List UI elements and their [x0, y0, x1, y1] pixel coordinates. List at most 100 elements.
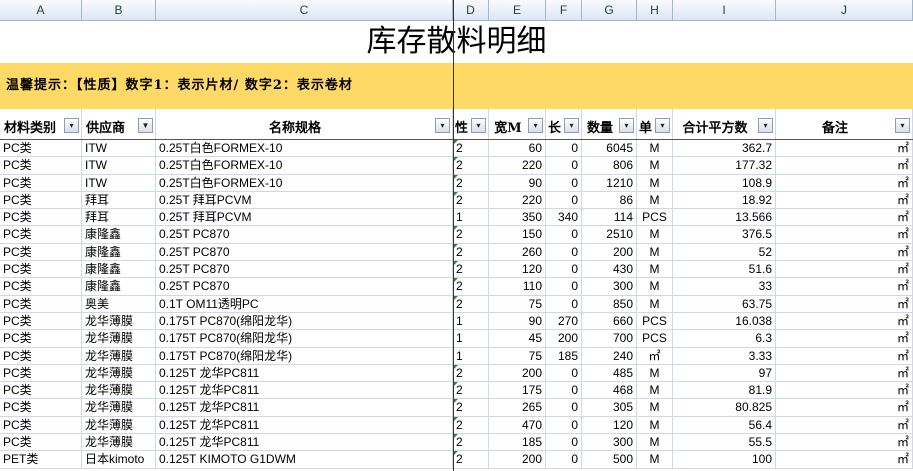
cell[interactable]: 108.9: [673, 174, 776, 192]
cell[interactable]: 90: [489, 174, 546, 192]
filter-dropdown-icon[interactable]: ▾: [564, 118, 579, 133]
cell[interactable]: PCS: [637, 312, 673, 330]
cell[interactable]: 0: [546, 226, 582, 244]
cell[interactable]: 0.1T OM11透明PC: [156, 295, 453, 313]
cell[interactable]: 康隆鑫: [82, 278, 156, 296]
cell[interactable]: 2510: [582, 226, 637, 244]
cell[interactable]: 日本kimoto: [82, 451, 156, 469]
cell[interactable]: ㎡: [776, 416, 913, 434]
column-letter-f[interactable]: F: [546, 0, 582, 20]
cell[interactable]: ㎡: [776, 399, 913, 417]
cell[interactable]: 龙华薄膜: [82, 434, 156, 452]
cell[interactable]: 0: [546, 434, 582, 452]
cell[interactable]: 0: [546, 278, 582, 296]
cell[interactable]: 康隆鑫: [82, 243, 156, 261]
filter-dropdown-icon[interactable]: ▾: [895, 118, 910, 133]
cell[interactable]: ㎡: [776, 451, 913, 469]
cell[interactable]: PC类: [0, 278, 82, 296]
filter-dropdown-icon[interactable]: ▾: [619, 118, 634, 133]
cell[interactable]: PCS: [637, 209, 673, 227]
filter-dropdown-icon[interactable]: ▾: [758, 118, 773, 133]
cell[interactable]: 806: [582, 157, 637, 175]
column-letter-e[interactable]: E: [489, 0, 546, 20]
cell[interactable]: PC类: [0, 261, 82, 279]
cell[interactable]: 龙华薄膜: [82, 347, 156, 365]
cell[interactable]: 55.5: [673, 434, 776, 452]
cell[interactable]: M: [637, 364, 673, 382]
cell[interactable]: 2: [453, 140, 489, 157]
cell[interactable]: ㎡: [776, 382, 913, 400]
cell[interactable]: 龙华薄膜: [82, 382, 156, 400]
cell[interactable]: PCS: [637, 330, 673, 348]
cell[interactable]: 2: [453, 174, 489, 192]
cell[interactable]: M: [637, 140, 673, 157]
filter-dropdown-icon[interactable]: ▾: [435, 118, 450, 133]
cell[interactable]: 52: [673, 243, 776, 261]
cell[interactable]: 0.25T PC870: [156, 243, 453, 261]
cell[interactable]: 奥美: [82, 295, 156, 313]
cell[interactable]: 86: [582, 191, 637, 209]
cell[interactable]: 2: [453, 451, 489, 469]
cell[interactable]: ITW: [82, 157, 156, 175]
cell[interactable]: 110: [489, 278, 546, 296]
cell[interactable]: PC类: [0, 416, 82, 434]
cell[interactable]: ㎡: [637, 347, 673, 365]
cell[interactable]: 0.25T PC870: [156, 261, 453, 279]
cell[interactable]: 0: [546, 261, 582, 279]
cell[interactable]: 0: [546, 295, 582, 313]
cell[interactable]: PC类: [0, 295, 82, 313]
cell[interactable]: 0.175T PC870(绵阳龙华): [156, 347, 453, 365]
cell[interactable]: PC类: [0, 312, 82, 330]
cell[interactable]: ㎡: [776, 278, 913, 296]
cell[interactable]: 177.32: [673, 157, 776, 175]
cell[interactable]: ㎡: [776, 295, 913, 313]
cell[interactable]: 362.7: [673, 140, 776, 157]
cell[interactable]: M: [637, 157, 673, 175]
cell[interactable]: 150: [489, 226, 546, 244]
filter-dropdown-icon[interactable]: ▾: [64, 118, 79, 133]
cell[interactable]: ㎡: [776, 261, 913, 279]
cell[interactable]: PC类: [0, 382, 82, 400]
cell[interactable]: 200: [489, 451, 546, 469]
cell[interactable]: PC类: [0, 434, 82, 452]
cell[interactable]: M: [637, 191, 673, 209]
column-letter-b[interactable]: B: [82, 0, 156, 20]
cell[interactable]: 0.125T KIMOTO G1DWM: [156, 451, 453, 469]
cell[interactable]: 90: [489, 312, 546, 330]
cell[interactable]: 康隆鑫: [82, 261, 156, 279]
cell[interactable]: 0.125T 龙华PC811: [156, 382, 453, 400]
cell[interactable]: PC类: [0, 364, 82, 382]
cell[interactable]: 0.25T PC870: [156, 226, 453, 244]
cell[interactable]: 1: [453, 209, 489, 227]
cell[interactable]: 康隆鑫: [82, 226, 156, 244]
cell[interactable]: 0.125T 龙华PC811: [156, 416, 453, 434]
cell[interactable]: M: [637, 416, 673, 434]
cell[interactable]: 6.3: [673, 330, 776, 348]
cell[interactable]: 220: [489, 191, 546, 209]
cell[interactable]: ㎡: [776, 434, 913, 452]
cell[interactable]: M: [637, 382, 673, 400]
cell[interactable]: 0: [546, 416, 582, 434]
filter-dropdown-icon[interactable]: ▾: [471, 118, 486, 133]
cell[interactable]: 81.9: [673, 382, 776, 400]
cell[interactable]: 0: [546, 191, 582, 209]
cell[interactable]: 龙华薄膜: [82, 330, 156, 348]
column-letter-h[interactable]: H: [637, 0, 673, 20]
cell[interactable]: 485: [582, 364, 637, 382]
cell[interactable]: 拜耳: [82, 209, 156, 227]
cell[interactable]: 175: [489, 382, 546, 400]
cell[interactable]: 2: [453, 416, 489, 434]
cell[interactable]: 51.6: [673, 261, 776, 279]
filter-dropdown-icon[interactable]: ▾: [655, 118, 670, 133]
cell[interactable]: 0: [546, 140, 582, 157]
cell[interactable]: 0.125T 龙华PC811: [156, 364, 453, 382]
cell[interactable]: 56.4: [673, 416, 776, 434]
cell[interactable]: 468: [582, 382, 637, 400]
cell[interactable]: 1: [453, 347, 489, 365]
cell[interactable]: 拜耳: [82, 191, 156, 209]
column-letter-d[interactable]: D: [453, 0, 489, 20]
cell[interactable]: 270: [546, 312, 582, 330]
cell[interactable]: 0.175T PC870(绵阳龙华): [156, 330, 453, 348]
cell[interactable]: PC类: [0, 399, 82, 417]
cell[interactable]: 0.25T 拜耳PCVM: [156, 191, 453, 209]
